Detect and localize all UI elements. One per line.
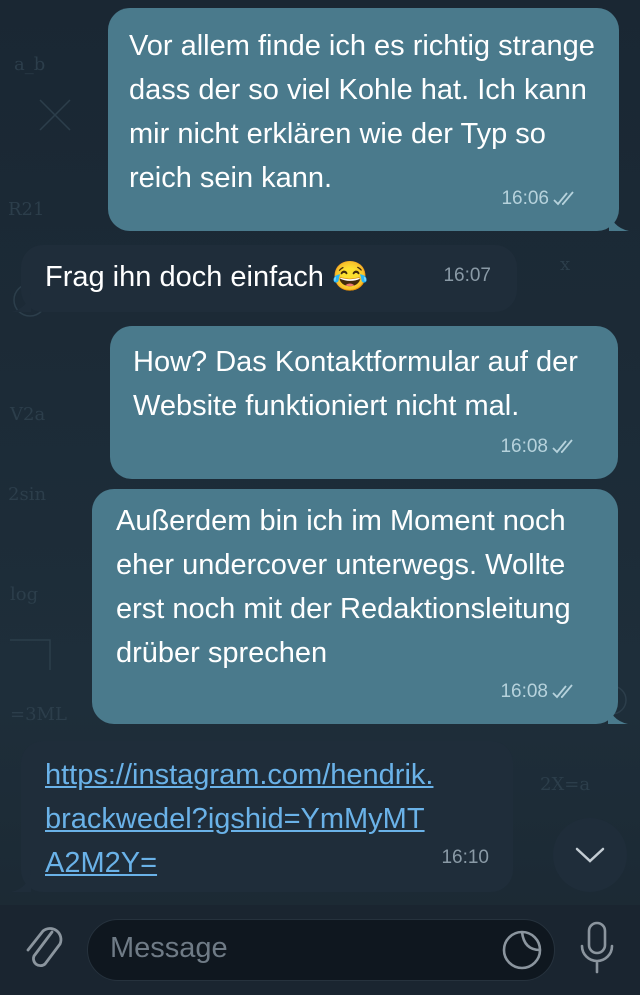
double-check-icon (553, 191, 574, 206)
message-time: 16:08 (500, 681, 548, 702)
message-time: 16:07 (443, 265, 491, 286)
microphone-icon[interactable] (578, 920, 616, 976)
double-check-icon (552, 439, 573, 454)
chat-area[interactable]: Vor allem finde ich es richtig strange d… (0, 0, 640, 905)
paperclip-icon[interactable] (22, 922, 66, 976)
message-bubble-outgoing[interactable]: How? Das Kontaktformular auf der Website… (110, 326, 618, 479)
message-input-placeholder: Message (110, 932, 228, 964)
message-meta: 16:10 (441, 836, 489, 880)
chevron-down-icon (575, 847, 605, 863)
message-text: How? Das Kontaktformular auf der Website… (133, 346, 578, 422)
instagram-link[interactable]: https://instagram.com/hendrik.brackwedel… (45, 759, 433, 879)
bubble-tail (609, 209, 629, 231)
message-time: 16:08 (500, 436, 548, 457)
message-time: 16:06 (501, 188, 549, 209)
message-bubble-outgoing[interactable]: Vor allem finde ich es richtig strange d… (108, 8, 629, 231)
message-text: Frag ihn doch einfach 😂 (45, 261, 369, 293)
message-bubble-incoming[interactable]: Frag ihn doch einfach 😂 16:07 (11, 245, 517, 312)
message-time: 16:10 (441, 847, 489, 868)
bubble-tail (11, 870, 31, 892)
message-bubble-incoming[interactable]: https://instagram.com/hendrik.brackwedel… (11, 741, 513, 892)
sticker-icon[interactable] (500, 928, 544, 972)
scroll-to-bottom-button[interactable] (553, 818, 627, 892)
message-meta: 16:08 (500, 670, 578, 714)
message-text: Außerdem bin ich im Moment noch eher und… (116, 505, 571, 669)
message-bubble-outgoing[interactable]: Außerdem bin ich im Moment noch eher und… (92, 489, 628, 724)
message-meta: 16:07 (443, 254, 491, 298)
bubble-tail (11, 290, 31, 312)
message-meta: 16:08 (500, 425, 578, 469)
message-meta: 16:06 (501, 177, 579, 221)
double-check-icon (552, 684, 573, 699)
bubble-tail (608, 702, 628, 724)
message-text: Vor allem finde ich es richtig strange d… (129, 30, 595, 194)
